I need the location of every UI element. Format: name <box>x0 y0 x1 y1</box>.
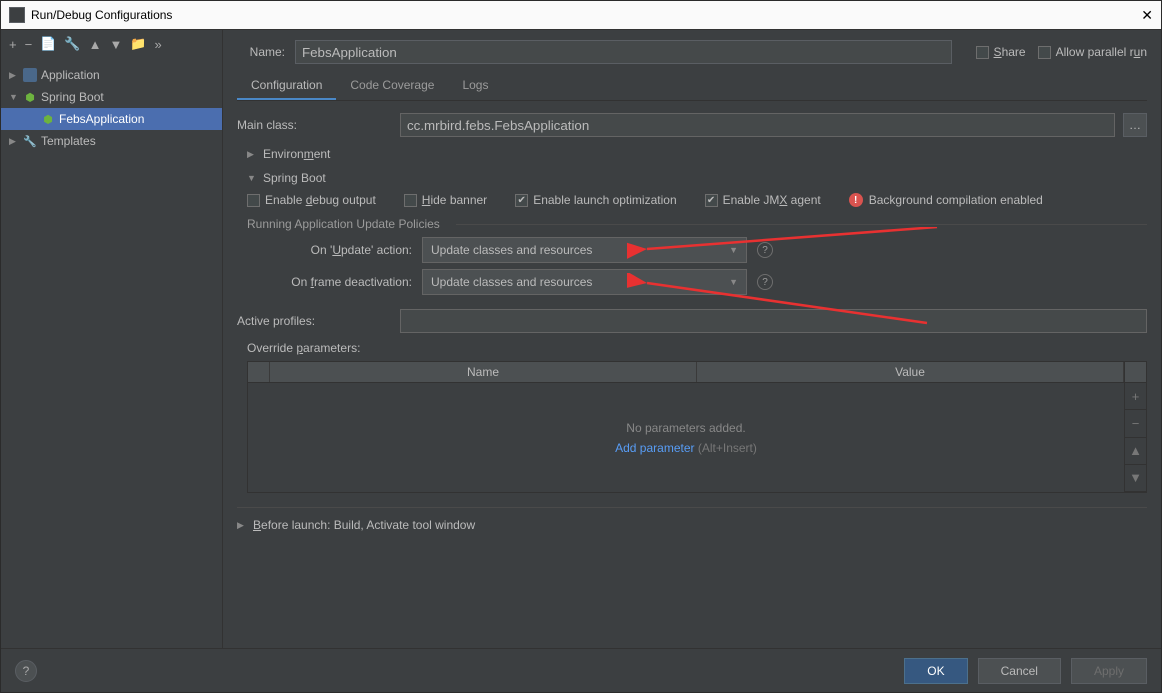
update-action-label: On 'Update' action: <box>267 243 412 257</box>
before-launch-label: Before launch: Build, Activate tool wind… <box>253 518 475 532</box>
tree-item-templates[interactable]: ▶ 🔧 Templates <box>1 130 222 152</box>
more-icon[interactable]: » <box>155 37 162 52</box>
warning-text: Background compilation enabled <box>869 193 1043 207</box>
parallel-run-checkbox[interactable]: Allow parallel run <box>1038 45 1147 59</box>
browse-button[interactable]: … <box>1123 113 1147 137</box>
update-action-dropdown[interactable]: Update classes and resources ▼ <box>422 237 747 263</box>
add-hint: (Alt+Insert) <box>698 441 757 455</box>
tab-code-coverage[interactable]: Code Coverage <box>336 72 448 100</box>
hide-banner-checkbox[interactable]: Hide banner <box>404 193 487 207</box>
table-up-button[interactable]: ▲ <box>1125 438 1146 465</box>
ok-button[interactable]: OK <box>904 658 967 684</box>
params-empty: No parameters added. Add parameter (Alt+… <box>248 383 1124 492</box>
policies-group-label: Running Application Update Policies <box>247 217 440 231</box>
config-tree: ▶ Application ▼ ⬢ Spring Boot ⬢ FebsAppl… <box>1 58 222 648</box>
application-icon <box>23 68 37 82</box>
spring-icon: ⬢ <box>41 112 55 126</box>
chevron-right-icon: ▶ <box>9 136 19 147</box>
environment-expander[interactable]: ▶ Environment <box>247 147 1147 161</box>
update-action-value: Update classes and resources <box>431 243 592 257</box>
springboot-expander[interactable]: ▼ Spring Boot <box>247 171 1147 185</box>
active-profiles-input[interactable] <box>400 309 1147 333</box>
window-title: Run/Debug Configurations <box>31 8 172 22</box>
help-icon[interactable]: ? <box>757 242 773 258</box>
chevron-down-icon: ▼ <box>729 277 738 287</box>
chevron-down-icon: ▼ <box>729 245 738 255</box>
launch-opt-label: Enable launch optimization <box>533 193 676 207</box>
name-input[interactable] <box>295 40 952 64</box>
wrench-icon: 🔧 <box>23 134 37 148</box>
chevron-down-icon: ▼ <box>247 173 257 183</box>
override-params-label: Override parameters: <box>247 341 360 355</box>
warning-msg: ! Background compilation enabled <box>849 193 1043 207</box>
params-table-header: Name Value <box>247 361 1125 383</box>
environment-label: Environment <box>263 147 330 161</box>
add-icon[interactable]: + <box>9 37 17 52</box>
hide-banner-label: Hide banner <box>422 193 487 207</box>
remove-icon[interactable]: − <box>25 37 33 52</box>
tabs: Configuration Code Coverage Logs <box>237 72 1147 101</box>
col-value: Value <box>697 362 1124 382</box>
tab-configuration[interactable]: Configuration <box>237 72 336 100</box>
help-icon[interactable]: ? <box>757 274 773 290</box>
tree-item-febsapplication[interactable]: ⬢ FebsApplication <box>1 108 222 130</box>
apply-button[interactable]: Apply <box>1071 658 1147 684</box>
main-class-label: Main class: <box>237 118 392 132</box>
launch-opt-checkbox[interactable]: ✔ Enable launch optimization <box>515 193 676 207</box>
chevron-right-icon: ▶ <box>237 520 247 531</box>
jmx-agent-checkbox[interactable]: ✔ Enable JMX agent <box>705 193 821 207</box>
app-icon <box>9 7 25 23</box>
parallel-label: Allow parallel run <box>1056 45 1147 59</box>
before-launch-expander[interactable]: ▶ Before launch: Build, Activate tool wi… <box>237 518 1147 532</box>
jmx-agent-label: Enable JMX agent <box>723 193 821 207</box>
chevron-down-icon: ▼ <box>9 92 19 102</box>
frame-deact-dropdown[interactable]: Update classes and resources ▼ <box>422 269 747 295</box>
debug-output-checkbox[interactable]: Enable debug output <box>247 193 376 207</box>
tree-item-application[interactable]: ▶ Application <box>1 64 222 86</box>
tree-label: Spring Boot <box>41 90 104 104</box>
chevron-right-icon: ▶ <box>9 70 19 81</box>
active-profiles-label: Active profiles: <box>237 314 392 328</box>
up-icon[interactable]: ▲ <box>89 37 102 52</box>
table-add-button[interactable]: + <box>1125 383 1146 410</box>
spring-icon: ⬢ <box>23 90 37 104</box>
tree-label: Templates <box>41 134 96 148</box>
sidebar: + − 📄 🔧 ▲ ▼ 📁 » ▶ Application ▼ ⬢ Sprin <box>1 30 223 648</box>
table-down-button[interactable]: ▼ <box>1125 465 1146 492</box>
down-icon[interactable]: ▼ <box>109 37 122 52</box>
close-icon[interactable]: ✕ <box>1141 7 1153 24</box>
copy-icon[interactable]: 📄 <box>40 36 56 52</box>
cancel-button[interactable]: Cancel <box>978 658 1061 684</box>
main-class-input[interactable] <box>400 113 1115 137</box>
debug-output-label: Enable debug output <box>265 193 376 207</box>
tree-label: FebsApplication <box>59 112 144 126</box>
chevron-right-icon: ▶ <box>247 149 257 160</box>
col-name: Name <box>270 362 697 382</box>
folder-icon[interactable]: 📁 <box>130 36 146 52</box>
help-button[interactable]: ? <box>15 660 37 682</box>
springboot-label: Spring Boot <box>263 171 326 185</box>
tab-logs[interactable]: Logs <box>448 72 502 100</box>
name-label: Name: <box>237 45 285 59</box>
sidebar-toolbar: + − 📄 🔧 ▲ ▼ 📁 » <box>1 30 222 58</box>
warning-icon: ! <box>849 193 863 207</box>
frame-deact-value: Update classes and resources <box>431 275 592 289</box>
frame-deact-label: On frame deactivation: <box>267 275 412 289</box>
empty-msg: No parameters added. <box>626 421 745 435</box>
tree-label: Application <box>41 68 100 82</box>
tree-item-springboot[interactable]: ▼ ⬢ Spring Boot <box>1 86 222 108</box>
settings-icon[interactable]: 🔧 <box>64 36 80 52</box>
share-checkbox[interactable]: Share <box>976 45 1026 59</box>
titlebar: Run/Debug Configurations ✕ <box>1 1 1161 29</box>
share-label: Share <box>994 45 1026 59</box>
add-parameter-link[interactable]: Add parameter <box>615 441 694 455</box>
table-remove-button[interactable]: − <box>1125 410 1146 437</box>
